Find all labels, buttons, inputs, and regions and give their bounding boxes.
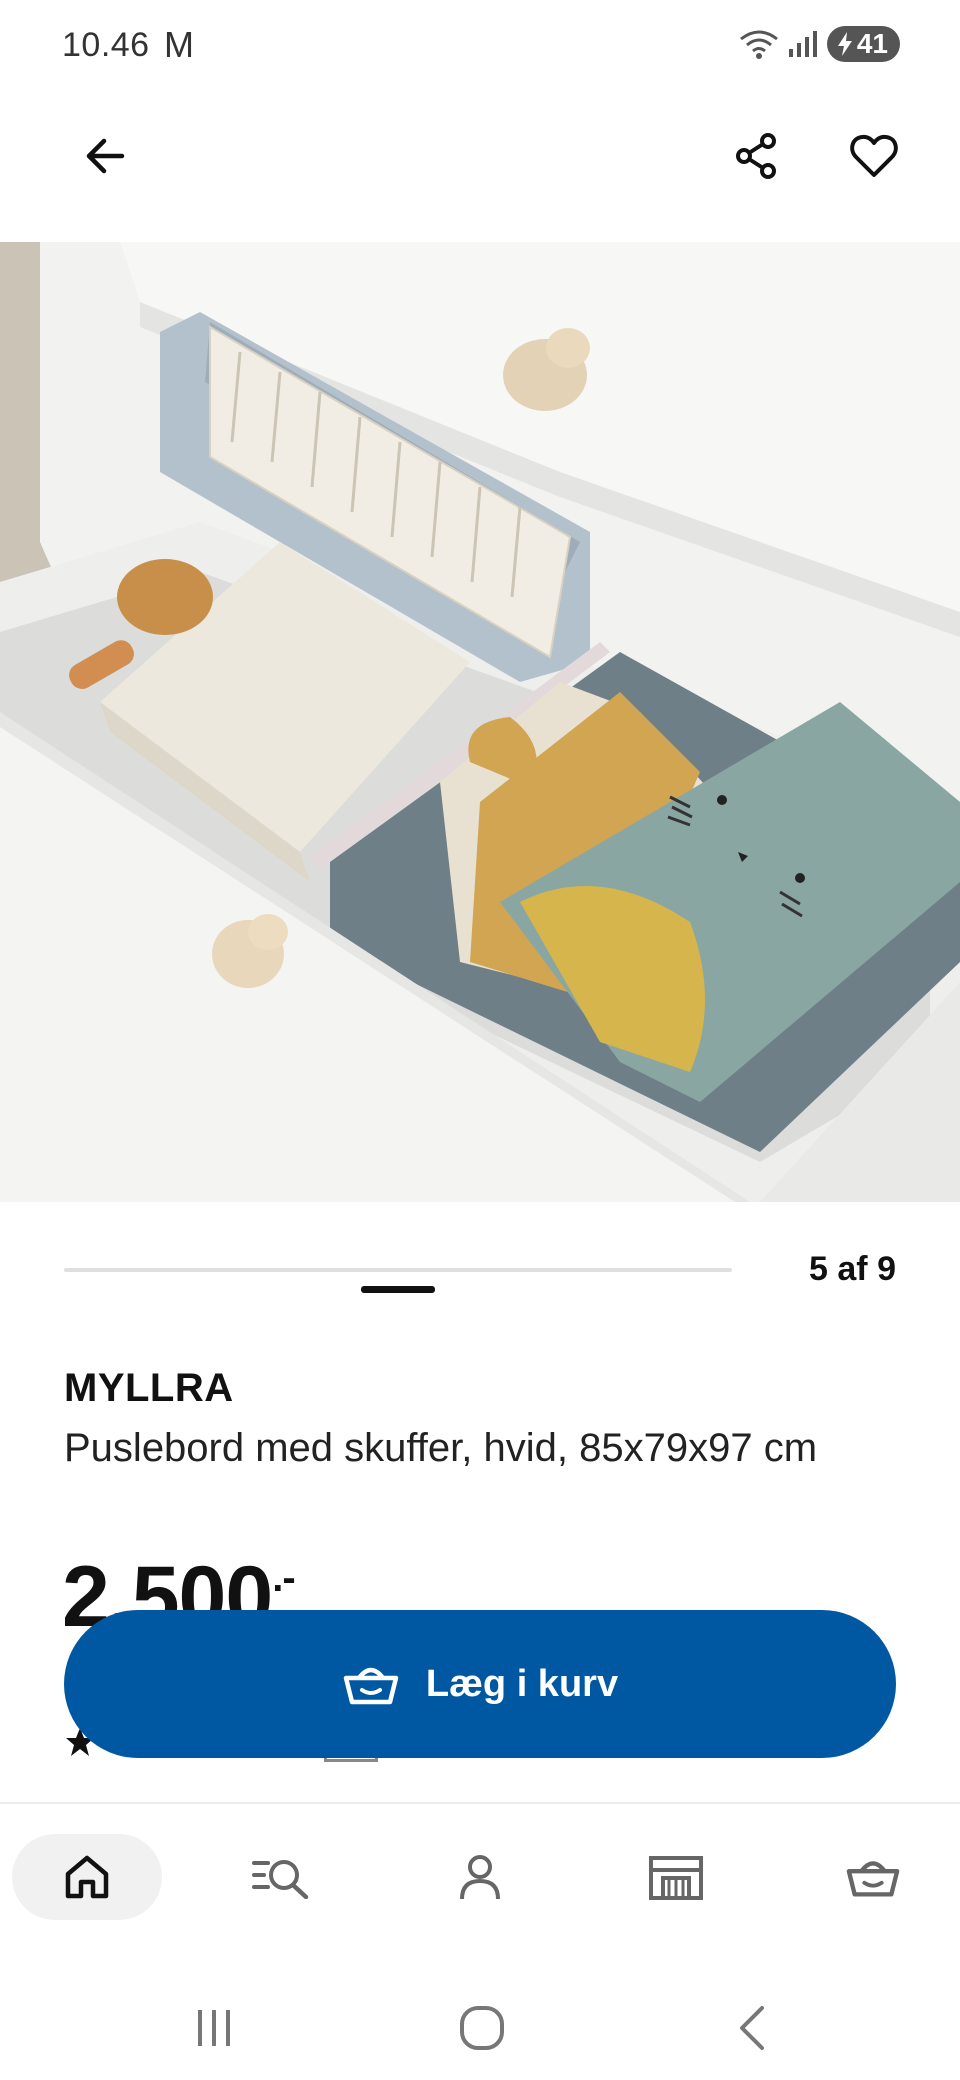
wifi-icon xyxy=(739,30,778,59)
status-icons: 41 xyxy=(739,26,900,62)
product-brand: MYLLRA xyxy=(64,1366,234,1410)
status-time: 10.46 xyxy=(62,26,150,64)
search-list-icon xyxy=(252,1860,309,1899)
add-to-cart-label: Læg i kurv xyxy=(425,1662,619,1705)
carousel-track xyxy=(64,1268,732,1293)
carousel-thumb xyxy=(360,1286,436,1293)
battery-charging-icon: 41 xyxy=(826,26,900,62)
system-back-button[interactable] xyxy=(712,1988,792,2068)
status-bar: 10.46 M 41 xyxy=(0,0,960,92)
nav-profile[interactable] xyxy=(405,1834,555,1920)
top-app-bar xyxy=(0,100,960,220)
basket-icon xyxy=(343,1667,399,1705)
recent-apps-button[interactable] xyxy=(174,1988,254,2068)
profile-icon xyxy=(460,1855,500,1900)
store-icon xyxy=(649,1856,703,1900)
battery-level: 41 xyxy=(856,28,888,59)
add-to-cart-button[interactable]: Læg i kurv xyxy=(64,1610,896,1758)
nav-search[interactable] xyxy=(207,1834,357,1920)
mcdonalds-notification-icon: M xyxy=(164,24,194,65)
product-description: Puslebord med skuffer, hvid, 85x79x97 cm xyxy=(64,1426,818,1470)
signal-icon xyxy=(788,31,817,57)
basket-icon xyxy=(846,1861,900,1897)
image-counter: 5 af 9 xyxy=(809,1250,896,1288)
bottom-navigation xyxy=(0,1802,960,1952)
favorite-button[interactable] xyxy=(838,120,910,192)
recent-apps-icon xyxy=(198,2010,230,2046)
heart-icon xyxy=(850,134,898,177)
image-carousel-indicator: 5 af 9 xyxy=(64,1248,896,1293)
nav-home[interactable] xyxy=(12,1834,162,1920)
home-circle-icon xyxy=(460,2006,504,2050)
product-image[interactable] xyxy=(0,242,960,1202)
share-icon xyxy=(736,133,776,179)
share-button[interactable] xyxy=(721,120,793,192)
back-chevron-icon xyxy=(740,2006,764,2050)
system-navigation-bar xyxy=(0,1960,960,2080)
product-photo xyxy=(0,242,960,1202)
nav-cart[interactable] xyxy=(798,1834,948,1920)
price-suffix: .- xyxy=(272,1556,295,1600)
back-button[interactable] xyxy=(70,120,142,192)
nav-stores[interactable] xyxy=(601,1834,751,1920)
home-icon xyxy=(65,1855,109,1899)
arrow-left-icon xyxy=(86,138,125,174)
system-home-button[interactable] xyxy=(442,1988,522,2068)
